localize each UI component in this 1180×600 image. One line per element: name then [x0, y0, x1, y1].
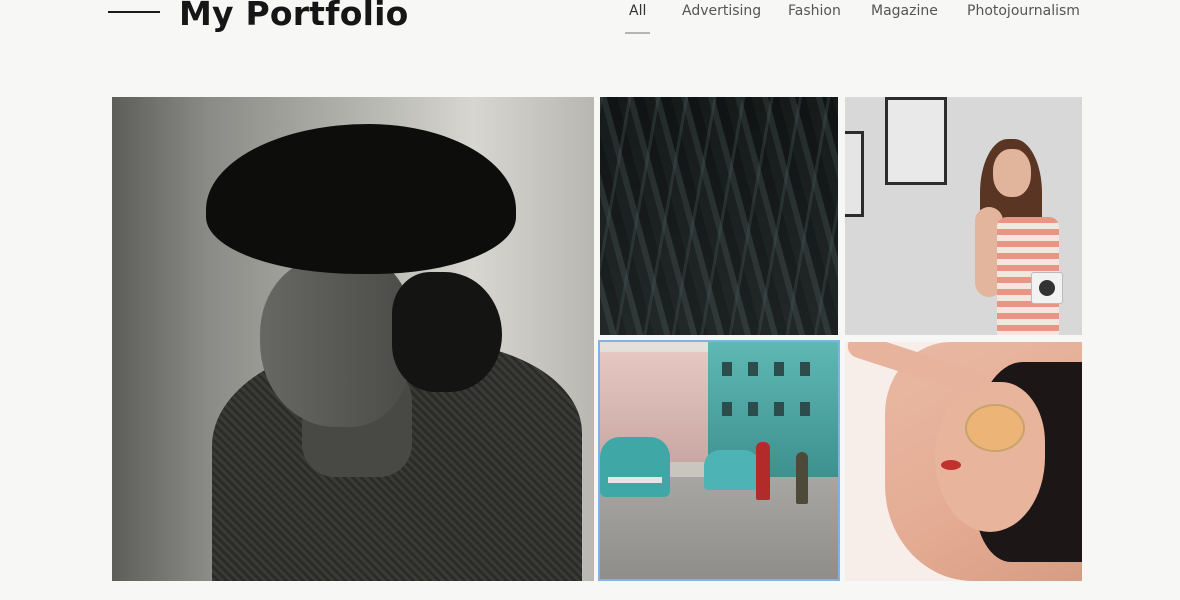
face-shape — [260, 257, 410, 427]
window — [748, 362, 758, 376]
wall-frame — [885, 97, 947, 185]
filter-advertising[interactable]: Advertising — [682, 3, 761, 19]
vintage-car — [704, 450, 760, 490]
window — [748, 402, 758, 416]
filter-all[interactable]: All — [629, 3, 646, 19]
gallery-tile-street-cars[interactable] — [598, 340, 840, 581]
held-card — [1031, 272, 1063, 304]
window — [800, 362, 810, 376]
filter-magazine[interactable]: Magazine — [871, 3, 938, 19]
pedestrian — [756, 442, 770, 500]
window — [722, 362, 732, 376]
filter-nav: All Advertising Fashion Magazine Photojo… — [0, 3, 1180, 34]
filter-fashion[interactable]: Fashion — [788, 3, 841, 19]
fur-hat-shape — [206, 124, 516, 274]
sunglasses — [965, 404, 1025, 452]
filter-photojournalism[interactable]: Photojournalism — [967, 3, 1080, 19]
lips — [941, 460, 961, 470]
gallery-tile-fur-hat-portrait[interactable] — [112, 97, 594, 581]
wall-frame — [845, 131, 864, 217]
active-filter-underline — [625, 32, 650, 34]
window — [774, 362, 784, 376]
window — [800, 402, 810, 416]
window — [722, 402, 732, 416]
gallery-tile-feathers[interactable] — [600, 97, 838, 335]
window — [774, 402, 784, 416]
gallery-tile-striped-dress[interactable] — [845, 97, 1082, 335]
face-shape — [993, 149, 1031, 197]
gallery-tile-sunglasses[interactable] — [845, 342, 1082, 581]
vintage-car — [600, 437, 670, 497]
pedestrian — [796, 452, 808, 504]
hair-shape — [392, 272, 502, 392]
